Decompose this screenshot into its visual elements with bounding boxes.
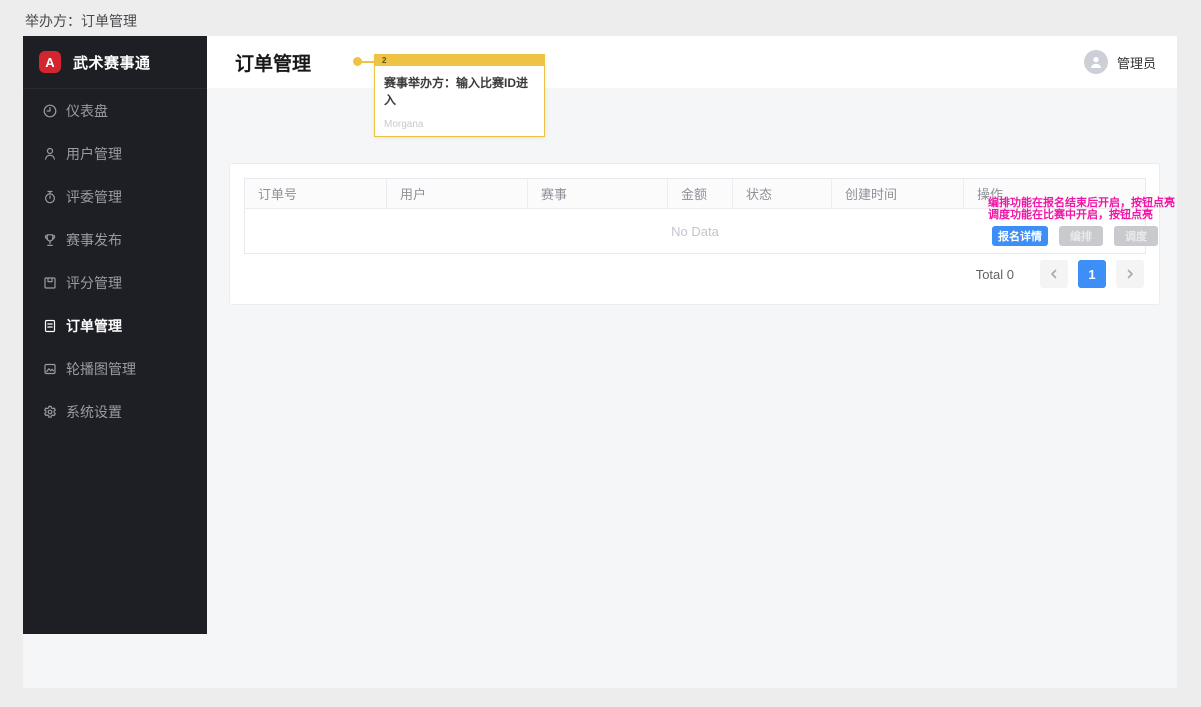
orders-card: 订单号 用户 赛事 金额 状态 创建时间 操作 No Data 编排功能在报名结… [229,163,1175,305]
app-logo: A 武术赛事通 [23,36,207,89]
actions-annotation-note: 编排功能在报名结束后开启，按钮点亮 调度功能在比赛中开启，按钮点亮 [988,197,1175,221]
sidebar-item-label: 用户管理 [66,145,122,162]
sidebar-item-carousel[interactable]: 轮播图管理 [23,347,207,390]
schedule-button[interactable]: 调度 [1114,226,1158,246]
annotation-tooltip: 2 赛事举办方：输入比赛ID进入 Morgana [374,54,545,137]
chevron-right-icon [1125,267,1135,282]
dashboard-icon [42,103,58,119]
column-header-event: 赛事 [528,179,668,208]
arrange-button[interactable]: 编排 [1059,226,1103,246]
app-window: A 武术赛事通 仪表盘 用户管理 评委管理 赛事发布 评分管理 订单管理 轮播图… [23,36,1177,688]
chevron-left-icon [1049,267,1059,282]
next-page-button[interactable] [1116,260,1144,288]
sidebar-item-orders[interactable]: 订单管理 [23,304,207,347]
sidebar-item-settings[interactable]: 系统设置 [23,390,207,433]
user-menu[interactable]: 管理员 [1083,36,1156,88]
pagination-total: Total 0 [975,266,1014,282]
sidebar-item-label: 轮播图管理 [66,360,136,377]
page-title: 订单管理 [235,53,312,75]
annotation-note-line2: 调度功能在比赛中开启，按钮点亮 [988,209,1153,221]
carousel-icon [42,361,58,377]
prev-page-button[interactable] [1040,260,1068,288]
order-icon [42,318,58,334]
annotation-number: 2 [375,55,544,66]
annotation-text: 赛事举办方：输入比赛ID进入 [384,76,529,107]
sidebar-item-label: 系统设置 [66,403,122,420]
app-title: 武术赛事通 [73,54,151,72]
window-context-label: 举办方：订单管理 [25,13,137,29]
sidebar-item-label: 评分管理 [66,274,122,291]
judge-icon [42,189,58,205]
column-header-amount: 金额 [668,179,733,208]
sidebar: A 武术赛事通 仪表盘 用户管理 评委管理 赛事发布 评分管理 订单管理 轮播图… [23,36,207,634]
users-icon [42,146,58,162]
sidebar-item-scoring[interactable]: 评分管理 [23,261,207,304]
column-header-status: 状态 [733,179,832,208]
annotation-connector-line [360,60,375,63]
sidebar-item-label: 评委管理 [66,188,122,205]
score-icon [42,275,58,291]
sidebar-item-users[interactable]: 用户管理 [23,132,207,175]
signup-detail-button[interactable]: 报名详情 [992,226,1048,246]
settings-icon [42,404,58,420]
user-name: 管理员 [1116,55,1156,71]
page-1-button[interactable]: 1 [1078,260,1106,288]
avatar [1083,50,1108,74]
logo-icon: A [39,51,61,73]
pagination: Total 0 1 [976,260,1144,288]
column-header-user: 用户 [387,179,528,208]
annotation-author: Morgana [384,119,424,130]
sidebar-item-judges[interactable]: 评委管理 [23,175,207,218]
sidebar-menu: 仪表盘 用户管理 评委管理 赛事发布 评分管理 订单管理 轮播图管理 系统设置 [23,89,207,433]
annotation-note-line1: 编排功能在报名结束后开启，按钮点亮 [988,197,1175,209]
sidebar-item-label: 仪表盘 [66,102,108,119]
sidebar-item-label: 赛事发布 [66,231,122,248]
row-actions: 报名详情 编排 调度 [992,226,1158,246]
sidebar-item-dashboard[interactable]: 仪表盘 [23,89,207,132]
column-header-order-no: 订单号 [245,179,387,208]
sidebar-item-label: 订单管理 [66,317,122,334]
sidebar-item-events[interactable]: 赛事发布 [23,218,207,261]
trophy-icon [42,232,58,248]
column-header-created-at: 创建时间 [832,179,964,208]
